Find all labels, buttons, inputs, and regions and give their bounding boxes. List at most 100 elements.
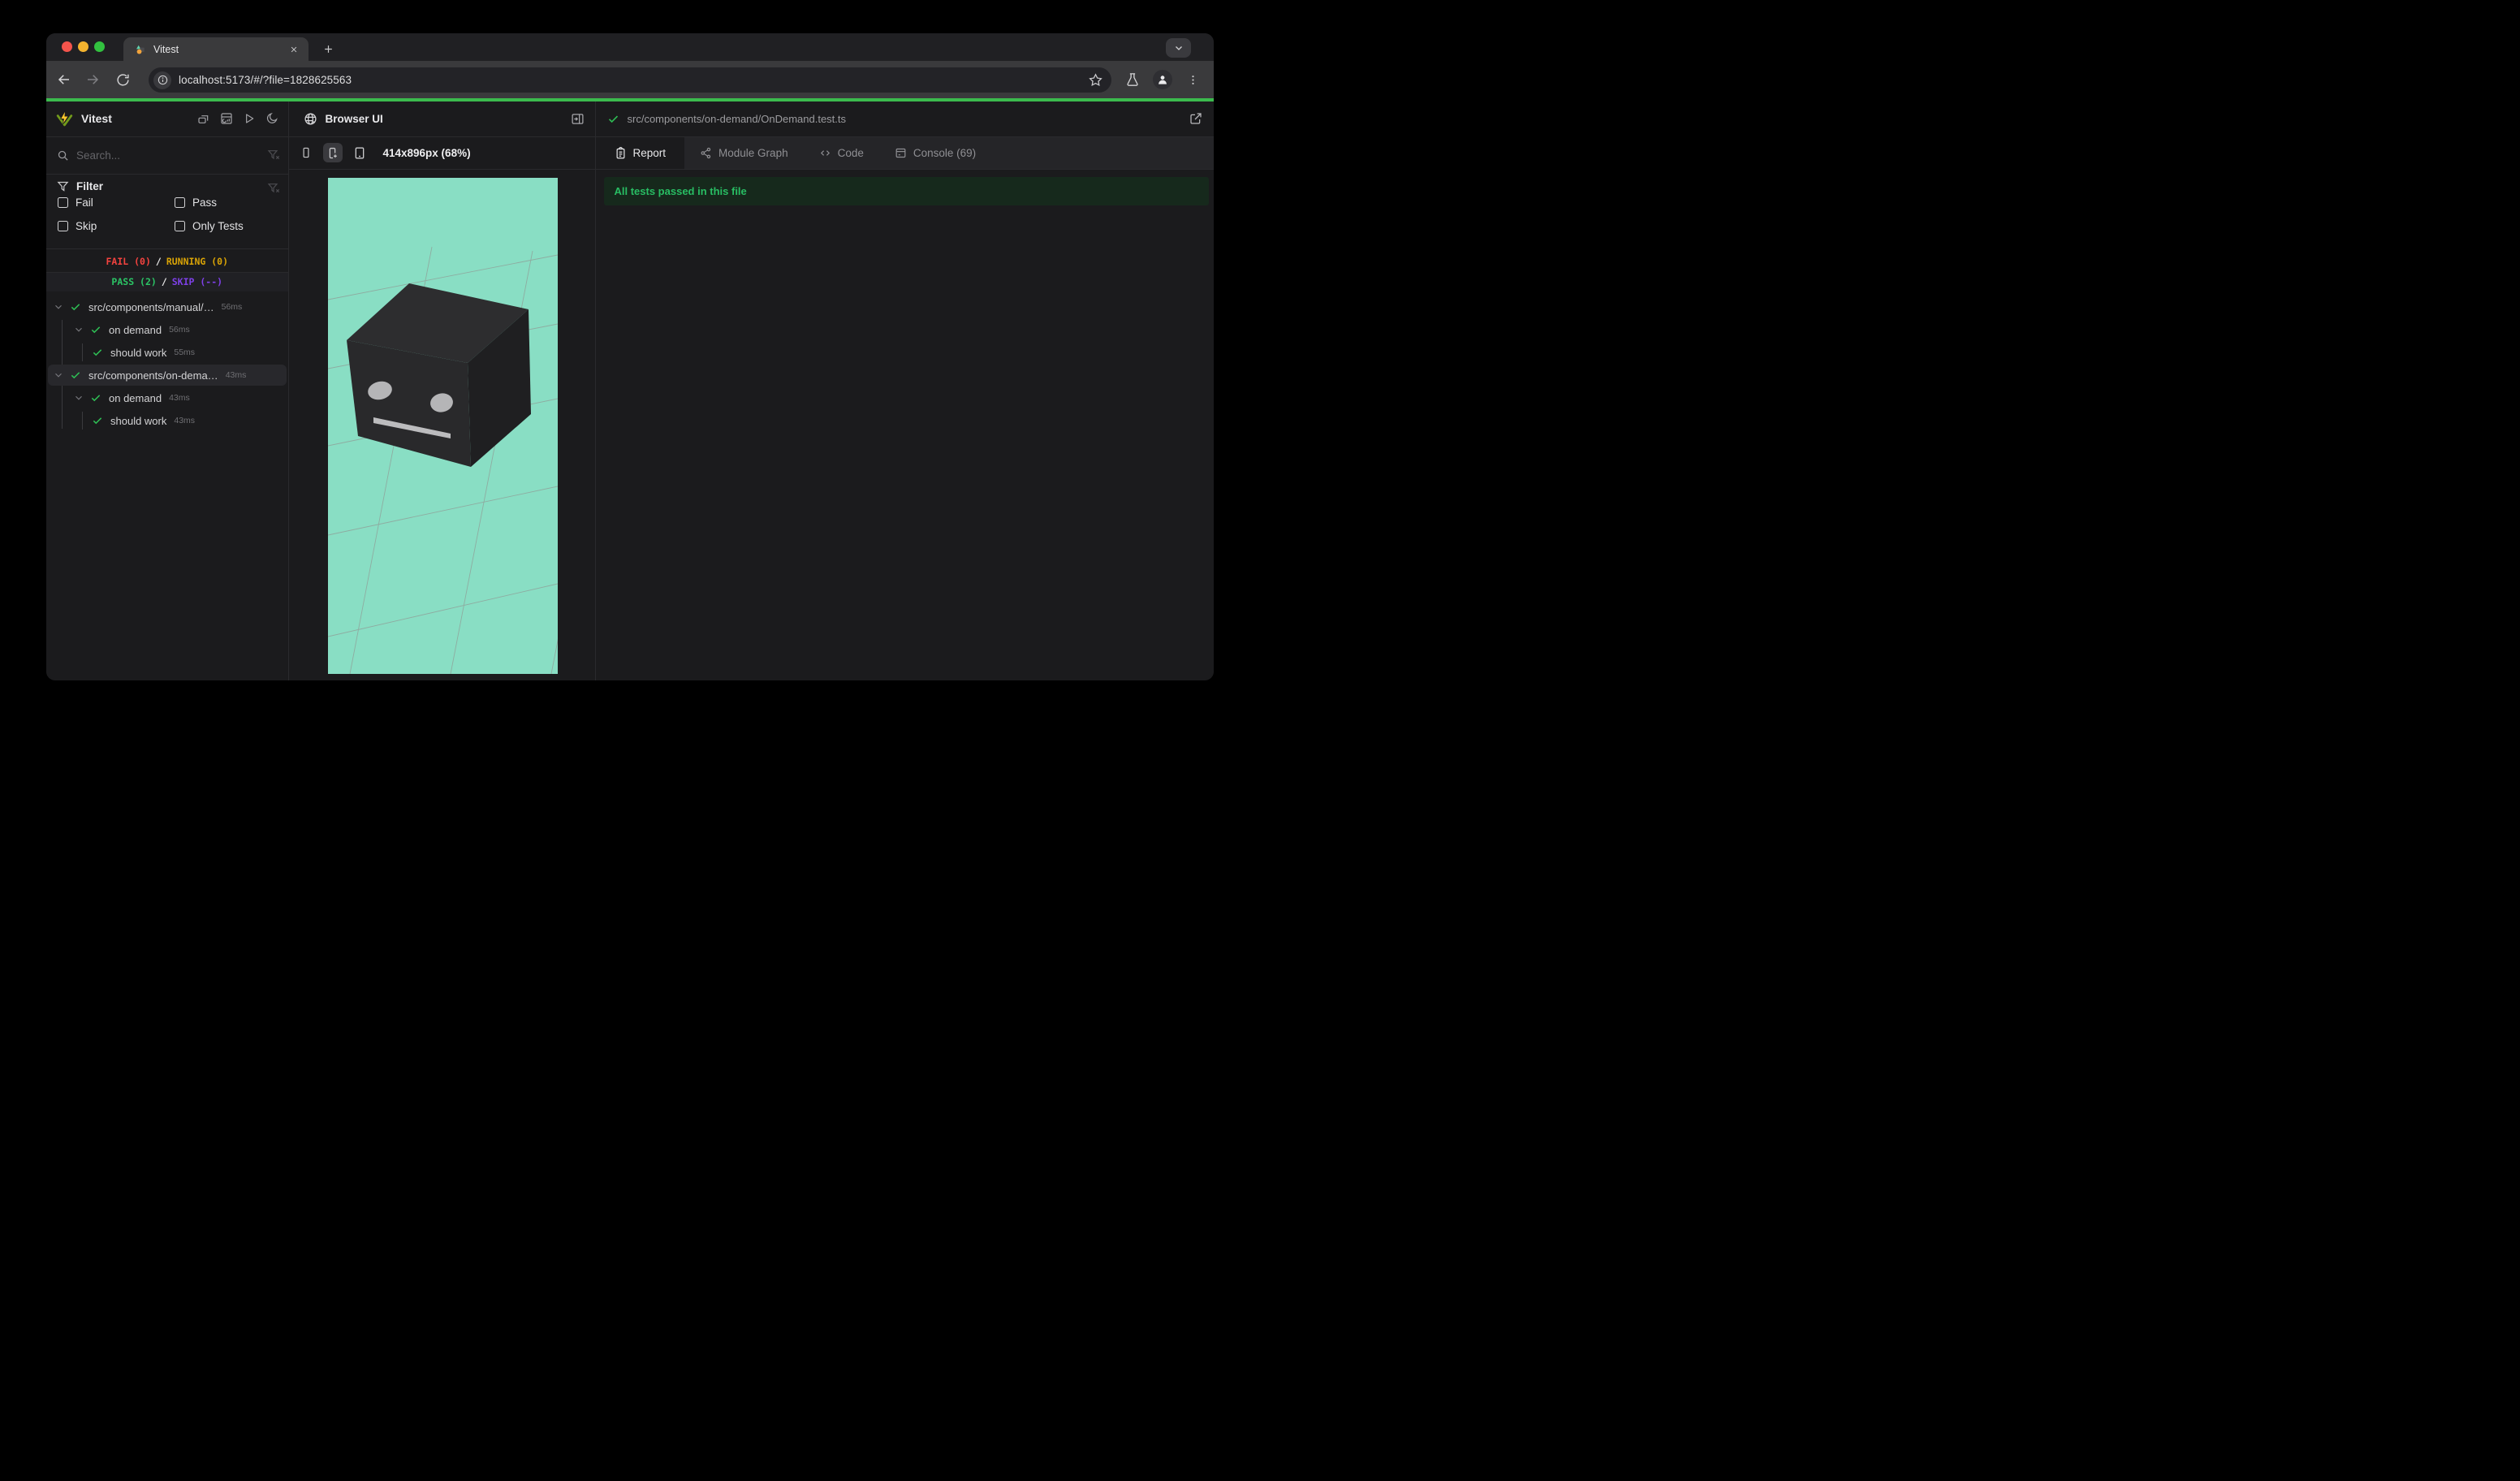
tab-console[interactable]: Console (69) bbox=[879, 137, 991, 170]
status-line-fail-running: FAIL (0) / RUNNING (0) bbox=[106, 256, 229, 268]
tree-row-suite[interactable]: on demand 56ms bbox=[46, 318, 288, 341]
collapse-tests-icon[interactable] bbox=[197, 112, 211, 126]
forward-button[interactable] bbox=[84, 71, 101, 89]
tab-close-icon[interactable] bbox=[287, 43, 300, 56]
test-duration: 43ms bbox=[169, 393, 190, 403]
browser-toolbar: localhost:5173/#/?file=1828625563 bbox=[46, 61, 1214, 98]
pass-check-icon bbox=[93, 417, 102, 425]
report-tabs: Report Module Graph Code Console (69) bbox=[595, 136, 1214, 170]
tab-search-button[interactable] bbox=[1166, 38, 1191, 58]
url-text[interactable]: localhost:5173/#/?file=1828625563 bbox=[179, 74, 1086, 86]
browser-tab[interactable]: Vitest bbox=[123, 37, 309, 61]
vitest-favicon-icon bbox=[136, 45, 145, 54]
browser-panel-header: Browser UI bbox=[288, 101, 595, 137]
dashboard-icon[interactable] bbox=[220, 112, 234, 126]
pass-check-icon bbox=[91, 326, 101, 334]
viewport-size-label: 414x896px (68%) bbox=[382, 146, 471, 159]
checkbox-icon[interactable] bbox=[58, 220, 68, 231]
filter-funnel-icon bbox=[57, 181, 69, 192]
all-tests-passed-banner: All tests passed in this file bbox=[603, 177, 1209, 205]
minimize-window-button[interactable] bbox=[78, 41, 88, 52]
pass-count: PASS (2) bbox=[111, 276, 157, 288]
status-line-pass-skip: PASS (2) / SKIP (--) bbox=[46, 271, 288, 291]
filter-checkbox-only-tests[interactable]: Only Tests bbox=[175, 220, 244, 232]
globe-icon bbox=[304, 113, 317, 125]
browser-ui-panel: Browser UI 414x896px (68%) bbox=[288, 101, 596, 680]
window-controls bbox=[62, 41, 105, 52]
pass-check-icon bbox=[91, 395, 101, 402]
external-link-icon[interactable] bbox=[1189, 112, 1202, 125]
dark-mode-moon-icon[interactable] bbox=[265, 112, 279, 126]
report-clipboard-icon bbox=[616, 146, 624, 159]
tree-row-file-selected[interactable]: src/components/on-dema… 43ms bbox=[46, 364, 288, 386]
file-pass-check-icon bbox=[608, 115, 618, 123]
filter-checkbox-skip[interactable]: Skip bbox=[58, 220, 97, 232]
tree-row-file[interactable]: src/components/manual/… 56ms bbox=[46, 296, 288, 318]
profile-avatar[interactable] bbox=[1153, 70, 1172, 89]
device-phone-add-icon[interactable] bbox=[322, 143, 343, 162]
tree-row-test[interactable]: should work 55ms bbox=[46, 341, 288, 364]
run-all-icon[interactable] bbox=[243, 112, 257, 126]
sidebar-actions bbox=[197, 112, 279, 126]
device-phone-small-icon[interactable] bbox=[296, 143, 316, 162]
browser-window: Vitest localhost:5173/#/?file=1828625563… bbox=[46, 33, 1214, 680]
tab-title: Vitest bbox=[153, 43, 179, 55]
url-bar[interactable]: localhost:5173/#/?file=1828625563 bbox=[149, 67, 1111, 93]
experiments-flask-icon[interactable] bbox=[1123, 70, 1142, 89]
tab-module-graph[interactable]: Module Graph bbox=[684, 137, 804, 170]
fail-count: FAIL (0) bbox=[106, 256, 151, 268]
device-tablet-icon[interactable] bbox=[350, 143, 369, 162]
test-duration: 43ms bbox=[225, 370, 247, 380]
chevron-down-icon[interactable] bbox=[73, 392, 84, 404]
open-panel-right-icon[interactable] bbox=[571, 112, 585, 126]
module-graph-icon bbox=[701, 147, 711, 158]
chevron-down-icon[interactable] bbox=[73, 324, 84, 335]
search-input[interactable] bbox=[76, 149, 231, 162]
checkbox-icon[interactable] bbox=[175, 196, 185, 208]
checkbox-icon[interactable] bbox=[175, 220, 185, 231]
test-status-summary: FAIL (0) / RUNNING (0) PASS (2) / SKIP (… bbox=[46, 252, 288, 291]
clear-filters-icon[interactable] bbox=[267, 182, 280, 195]
tab-report[interactable]: Report bbox=[595, 136, 685, 169]
test-tree: src/components/manual/… 56ms on demand 5… bbox=[46, 296, 288, 432]
back-button[interactable] bbox=[55, 71, 73, 89]
site-info-icon[interactable] bbox=[153, 71, 171, 89]
test-duration: 56ms bbox=[221, 302, 243, 312]
test-duration: 55ms bbox=[174, 348, 196, 357]
report-panel-header: src/components/on-demand/OnDemand.test.t… bbox=[595, 101, 1214, 137]
search-icon bbox=[58, 150, 68, 161]
pass-check-icon bbox=[93, 349, 102, 356]
filter-checkbox-fail[interactable]: Fail bbox=[58, 196, 93, 209]
filter-row-1: Fail Pass bbox=[46, 196, 288, 216]
chevron-down-icon[interactable] bbox=[53, 369, 64, 381]
pass-check-icon bbox=[71, 372, 80, 379]
filter-checkbox-pass[interactable]: Pass bbox=[175, 196, 217, 209]
chevron-down-icon[interactable] bbox=[53, 301, 64, 313]
code-icon bbox=[820, 150, 830, 156]
tab-strip: Vitest bbox=[46, 33, 1214, 61]
tree-row-test[interactable]: should work 43ms bbox=[46, 409, 288, 432]
browser-panel-title: Browser UI bbox=[325, 112, 383, 125]
sidebar: Vitest Search... Filter Fail Pass Skip O… bbox=[46, 101, 289, 680]
tab-code[interactable]: Code bbox=[804, 137, 879, 170]
close-window-button[interactable] bbox=[62, 41, 72, 52]
console-icon bbox=[895, 148, 906, 158]
test-duration: 43ms bbox=[174, 416, 196, 425]
report-panel: src/components/on-demand/OnDemand.test.t… bbox=[595, 101, 1214, 680]
zoom-window-button[interactable] bbox=[94, 41, 105, 52]
checkbox-icon[interactable] bbox=[58, 196, 68, 208]
filter-title: Filter bbox=[57, 180, 103, 192]
menu-kebab-icon[interactable] bbox=[1183, 70, 1202, 89]
tree-row-suite[interactable]: on demand 43ms bbox=[46, 386, 288, 409]
bookmark-star-icon[interactable] bbox=[1086, 71, 1104, 89]
test-duration: 56ms bbox=[169, 325, 190, 335]
reload-button[interactable] bbox=[114, 71, 132, 89]
filter-row-2: Skip Only Tests bbox=[46, 220, 288, 240]
new-tab-button[interactable] bbox=[317, 39, 339, 58]
preview-viewport[interactable] bbox=[328, 178, 558, 674]
filter-section: Filter Fail Pass Skip Only Tests bbox=[46, 175, 288, 249]
skip-count: SKIP (--) bbox=[171, 276, 223, 288]
clear-search-filter-icon[interactable] bbox=[267, 149, 280, 162]
vitest-ui: Vitest Search... Filter Fail Pass Skip O… bbox=[46, 101, 1214, 680]
test-file-path: src/components/on-demand/OnDemand.test.t… bbox=[627, 112, 847, 125]
